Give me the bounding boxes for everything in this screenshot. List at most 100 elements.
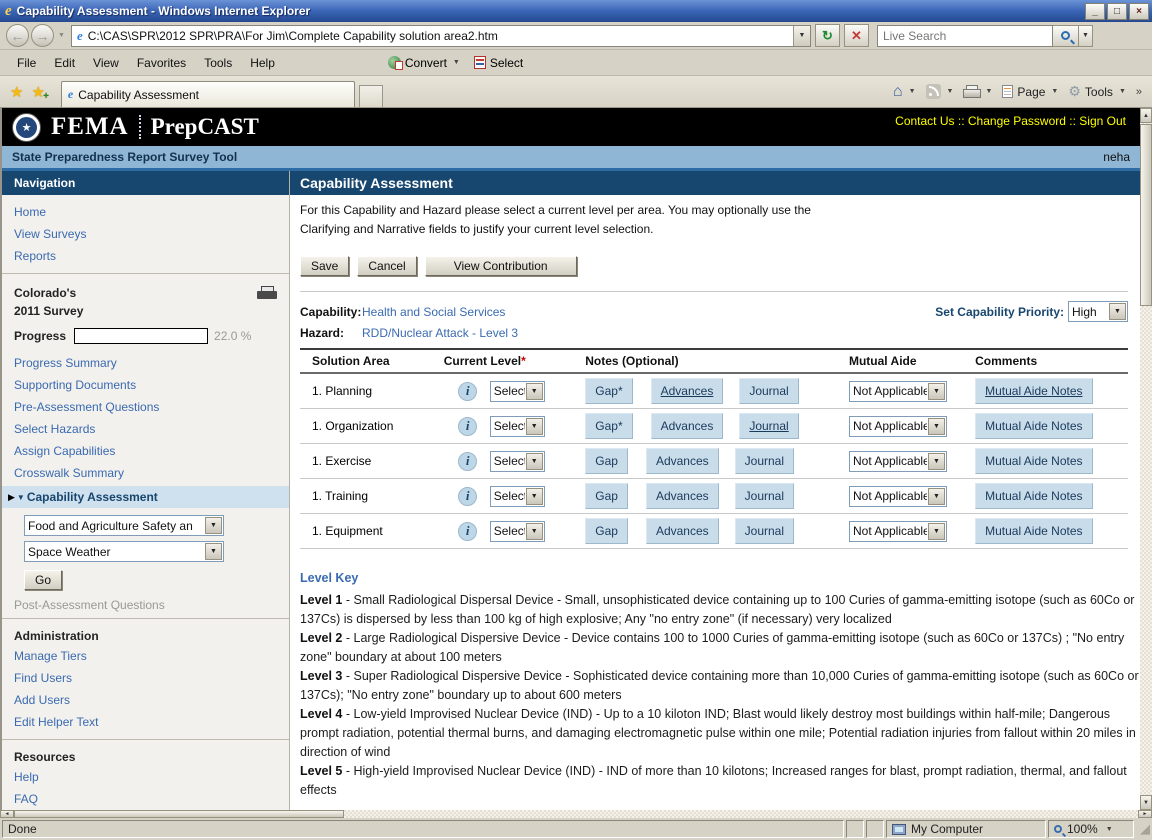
menu-file[interactable]: File (8, 53, 45, 73)
current-level-select[interactable]: Select▼ (490, 521, 545, 542)
current-level-select[interactable]: Select▼ (490, 381, 545, 402)
current-level-select[interactable]: Select▼ (490, 486, 545, 507)
search-input[interactable] (883, 29, 1052, 43)
sidebar-item-capability-assessment[interactable]: ▶ ▼ Capability Assessment (2, 486, 289, 508)
menu-edit[interactable]: Edit (45, 53, 84, 73)
back-button[interactable]: ← (6, 24, 29, 47)
forward-button[interactable]: → (31, 24, 54, 47)
sidebar-item-view-surveys[interactable]: View Surveys (2, 223, 289, 245)
minimize-button[interactable]: _ (1085, 3, 1105, 20)
page-button[interactable]: Page▼ (1002, 85, 1058, 99)
sidebar-item-add-users[interactable]: Add Users (2, 689, 289, 711)
vertical-scrollbar[interactable]: ▲ ▼ (1140, 108, 1152, 810)
mutual-aide-notes-button[interactable]: Mutual Aide Notes (975, 378, 1092, 404)
stop-button[interactable]: ✕ (844, 24, 869, 47)
journal-button[interactable]: Journal (739, 413, 798, 439)
menu-tools[interactable]: Tools (195, 53, 241, 73)
contact-us-link[interactable]: Contact Us (895, 114, 954, 128)
capability-priority-select[interactable]: High ▼ (1068, 301, 1128, 322)
scroll-right-icon[interactable]: ► (1138, 810, 1152, 818)
tab-capability-assessment[interactable]: e Capability Assessment (61, 81, 355, 107)
info-icon[interactable]: i (458, 487, 477, 506)
mutual-aide-select[interactable]: Not Applicable▼ (849, 486, 947, 507)
journal-button[interactable]: Journal (735, 518, 794, 544)
sidebar-item-progress-summary[interactable]: Progress Summary (2, 352, 289, 374)
gap-button[interactable]: Gap (585, 483, 628, 509)
mutual-aide-notes-button[interactable]: Mutual Aide Notes (975, 413, 1092, 439)
sidebar-item-faq[interactable]: FAQ (2, 788, 289, 810)
journal-button[interactable]: Journal (735, 448, 794, 474)
home-dropdown-icon[interactable]: ▼ (909, 88, 916, 95)
refresh-button[interactable]: ↻ (815, 24, 840, 47)
hazard-select[interactable]: Space Weather ▼ (24, 541, 224, 562)
capability-value-link[interactable]: Health and Social Services (362, 305, 505, 319)
rss-feed-icon[interactable] (926, 84, 941, 99)
mutual-aide-notes-button[interactable]: Mutual Aide Notes (975, 518, 1092, 544)
view-contribution-button[interactable]: View Contribution (425, 256, 577, 276)
advances-button[interactable]: Advances (646, 483, 719, 509)
menu-favorites[interactable]: Favorites (128, 53, 195, 73)
sidebar-item-assign-capabilities[interactable]: Assign Capabilities (2, 440, 289, 462)
menu-help[interactable]: Help (241, 53, 284, 73)
tools-dropdown-icon[interactable]: ▼ (1119, 88, 1126, 95)
sidebar-item-home[interactable]: Home (2, 201, 289, 223)
zoom-dropdown-icon[interactable]: ▼ (1106, 826, 1113, 833)
cancel-button[interactable]: Cancel (357, 256, 416, 276)
info-icon[interactable]: i (458, 522, 477, 541)
mutual-aide-select[interactable]: Not Applicable▼ (849, 381, 947, 402)
print-survey-icon[interactable] (257, 286, 277, 302)
save-button[interactable]: Save (300, 256, 349, 276)
address-field[interactable]: e ▼ (71, 25, 811, 47)
scroll-up-icon[interactable]: ▲ (1140, 108, 1152, 123)
add-favorite-icon[interactable]: ★ (31, 83, 44, 101)
advances-button[interactable]: Advances (646, 518, 719, 544)
gap-button[interactable]: Gap (585, 448, 628, 474)
journal-button[interactable]: Journal (735, 483, 794, 509)
print-dropdown-icon[interactable]: ▼ (985, 88, 992, 95)
capability-select[interactable]: Food and Agriculture Safety an ▼ (24, 515, 224, 536)
journal-button[interactable]: Journal (739, 378, 798, 404)
select-button[interactable]: Select (490, 56, 523, 70)
address-input[interactable] (88, 29, 793, 43)
sidebar-item-reports[interactable]: Reports (2, 245, 289, 267)
current-level-select[interactable]: Select▼ (490, 416, 545, 437)
toolbar-overflow-icon[interactable]: » (1136, 86, 1142, 98)
sidebar-item-find-users[interactable]: Find Users (2, 667, 289, 689)
current-level-select[interactable]: Select▼ (490, 451, 545, 472)
info-icon[interactable]: i (458, 382, 477, 401)
info-icon[interactable]: i (458, 417, 477, 436)
scroll-left-icon[interactable]: ◄ (0, 810, 14, 818)
sidebar-item-select-hazards[interactable]: Select Hazards (2, 418, 289, 440)
mutual-aide-notes-button[interactable]: Mutual Aide Notes (975, 448, 1092, 474)
mutual-aide-select[interactable]: Not Applicable▼ (849, 451, 947, 472)
search-field[interactable] (877, 25, 1053, 47)
zoom-control[interactable]: 100% ▼ (1048, 820, 1134, 838)
sidebar-item-crosswalk-summary[interactable]: Crosswalk Summary (2, 462, 289, 484)
sign-out-link[interactable]: Sign Out (1079, 114, 1126, 128)
search-button[interactable] (1053, 25, 1079, 47)
convert-dropdown-icon[interactable]: ▼ (453, 59, 460, 66)
sidebar-item-supporting-documents[interactable]: Supporting Documents (2, 374, 289, 396)
history-dropdown-icon[interactable]: ▼ (58, 32, 65, 39)
mutual-aide-select[interactable]: Not Applicable▼ (849, 521, 947, 542)
advances-button[interactable]: Advances (651, 413, 724, 439)
sidebar-item-manage-tiers[interactable]: Manage Tiers (2, 645, 289, 667)
close-button[interactable]: × (1129, 3, 1149, 20)
print-icon[interactable] (963, 85, 979, 98)
favorites-star-icon[interactable]: ★ (10, 83, 23, 101)
convert-button[interactable]: Convert (405, 56, 447, 70)
restore-button[interactable]: □ (1107, 3, 1127, 20)
search-options-icon[interactable]: ▼ (1079, 25, 1093, 47)
gap-button[interactable]: Gap* (585, 413, 632, 439)
tools-button[interactable]: ⚙Tools▼ (1068, 83, 1126, 100)
mutual-aide-select[interactable]: Not Applicable▼ (849, 416, 947, 437)
gap-button[interactable]: Gap* (585, 378, 632, 404)
advances-button[interactable]: Advances (651, 378, 724, 404)
new-tab-stub[interactable] (359, 85, 383, 107)
mutual-aide-notes-button[interactable]: Mutual Aide Notes (975, 483, 1092, 509)
resize-grip[interactable]: ◢ (1136, 821, 1150, 837)
sidebar-item-edit-helper-text[interactable]: Edit Helper Text (2, 711, 289, 733)
change-password-link[interactable]: Change Password (968, 114, 1066, 128)
vertical-scroll-thumb[interactable] (1140, 124, 1152, 306)
advances-button[interactable]: Advances (646, 448, 719, 474)
